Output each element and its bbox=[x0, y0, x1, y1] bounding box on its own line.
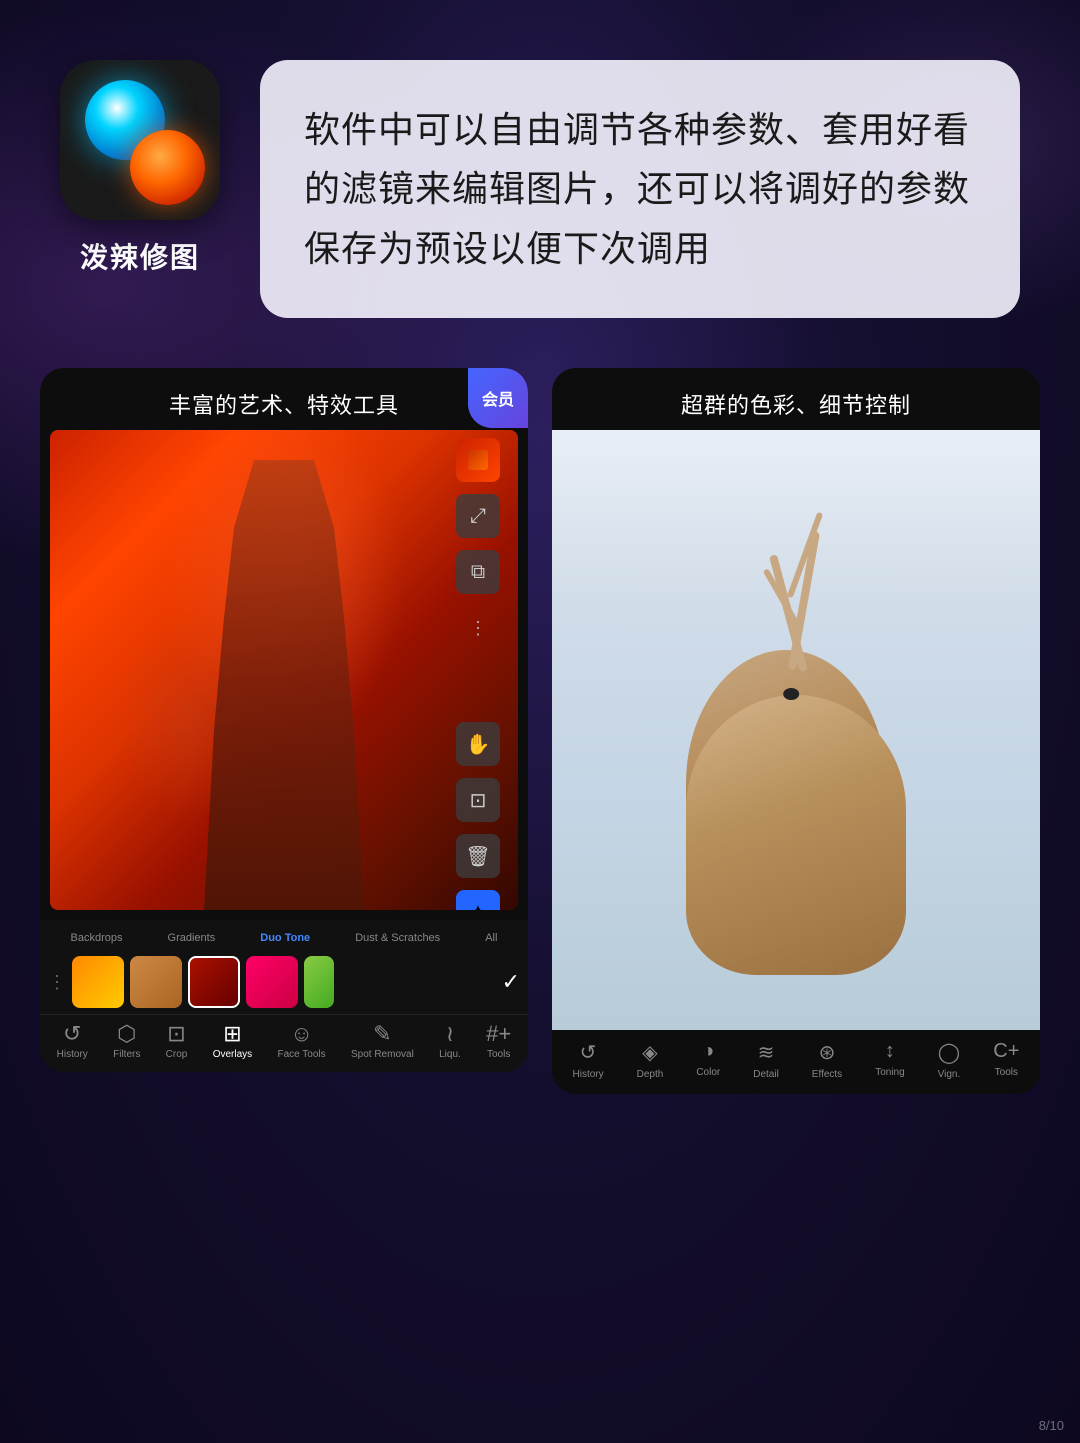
tool-history-label: History bbox=[57, 1049, 88, 1060]
screenshots-section: 会员 丰富的艺术、特效工具 ⤢ ⧉ ⋮ ✋ ⊡ 🗑 ✦ bbox=[0, 358, 1080, 1134]
preset-swatch-3[interactable] bbox=[188, 956, 240, 1008]
expand-button[interactable]: ⤢ bbox=[456, 494, 500, 538]
right-tool-effects-label: Effects bbox=[812, 1069, 842, 1080]
spot-icon: ✎ bbox=[373, 1023, 391, 1045]
overlays-icon: ⊞ bbox=[223, 1023, 241, 1045]
tool-face[interactable]: ☺ Face Tools bbox=[277, 1023, 325, 1060]
right-tool-tools-label: Tools bbox=[995, 1067, 1018, 1078]
color-swatch-button[interactable] bbox=[456, 438, 500, 482]
right-vign-icon: ◯ bbox=[938, 1040, 960, 1065]
history-icon: ↺ bbox=[63, 1023, 81, 1045]
crop-transform-tool[interactable]: ⊡ bbox=[456, 778, 500, 822]
right-tool-history[interactable]: ↺ History bbox=[573, 1040, 604, 1080]
tool-liquify-label: Liqu. bbox=[439, 1049, 461, 1060]
bottom-tools-row: ↺ History ⬡ Filters ⊡ Crop ⊞ Overlays ☺ bbox=[40, 1014, 528, 1072]
deer-eye bbox=[783, 688, 799, 700]
eyedropper-tool[interactable]: ✦ bbox=[456, 890, 500, 910]
crop-icon: ⊡ bbox=[167, 1023, 185, 1045]
filter-tabs: Backdrops Gradients Duo Tone Dust & Scra… bbox=[40, 924, 528, 950]
tool-crop-label: Crop bbox=[166, 1049, 188, 1060]
tool-spot[interactable]: ✎ Spot Removal bbox=[351, 1023, 414, 1060]
right-tool-history-label: History bbox=[573, 1069, 604, 1080]
right-toning-icon: ↕ bbox=[885, 1040, 895, 1063]
right-detail-icon: ≋ bbox=[758, 1040, 775, 1065]
right-tool-vignette[interactable]: ◯ Vign. bbox=[938, 1040, 961, 1080]
app-icon-wrapper: 泼辣修图 bbox=[60, 60, 220, 276]
tool-overlays[interactable]: ⊞ Overlays bbox=[213, 1023, 252, 1060]
woman-photo bbox=[50, 430, 518, 910]
orange-orb-icon bbox=[130, 130, 205, 205]
right-tool-depth-label: Depth bbox=[637, 1069, 664, 1080]
more-button[interactable]: ⋮ bbox=[456, 606, 500, 650]
description-card: 软件中可以自由调节各种参数、套用好看的滤镜来编辑图片，还可以将调好的参数保存为预… bbox=[260, 60, 1020, 318]
toolbar: Backdrops Gradients Duo Tone Dust & Scra… bbox=[40, 920, 528, 1072]
right-tool-toning[interactable]: ↕ Toning bbox=[875, 1040, 904, 1080]
woman-silhouette bbox=[184, 460, 384, 910]
deer-neck bbox=[686, 695, 906, 975]
preset-check-icon[interactable]: ✓ bbox=[502, 969, 520, 995]
right-bottom-tools: ↺ History ◈ Depth ◑ Color ≋ Detail ⊛ Eff… bbox=[552, 1030, 1040, 1094]
filters-icon: ⬡ bbox=[117, 1023, 136, 1045]
tool-filters[interactable]: ⬡ Filters bbox=[113, 1023, 140, 1060]
right-tool-color[interactable]: ◑ Color bbox=[696, 1040, 720, 1080]
tool-tools-label: Tools bbox=[487, 1049, 510, 1060]
app-name: 泼辣修图 bbox=[80, 236, 200, 276]
right-tool-effects[interactable]: ⊛ Effects bbox=[812, 1040, 842, 1080]
tool-history[interactable]: ↺ History bbox=[57, 1023, 88, 1060]
description-text: 软件中可以自由调节各种参数、套用好看的滤镜来编辑图片，还可以将调好的参数保存为预… bbox=[304, 100, 976, 278]
right-color-icon: ◑ bbox=[702, 1040, 714, 1063]
right-tools-icon: C+ bbox=[993, 1040, 1019, 1063]
preset-swatch-1[interactable] bbox=[72, 956, 124, 1008]
filter-tab-all[interactable]: All bbox=[479, 930, 503, 946]
tool-crop[interactable]: ⊡ Crop bbox=[166, 1023, 188, 1060]
right-tool-color-label: Color bbox=[696, 1067, 720, 1078]
left-phone-content: ⤢ ⧉ ⋮ ✋ ⊡ 🗑 ✦ bbox=[40, 430, 528, 920]
right-depth-icon: ◈ bbox=[642, 1040, 657, 1065]
filter-tab-duotone[interactable]: Duo Tone bbox=[254, 930, 316, 946]
photo-frame: ⤢ ⧉ ⋮ ✋ ⊡ 🗑 ✦ bbox=[50, 430, 518, 910]
tool-spot-label: Spot Removal bbox=[351, 1049, 414, 1060]
right-history-icon: ↺ bbox=[580, 1040, 597, 1065]
tool-face-label: Face Tools bbox=[277, 1049, 325, 1060]
hand-tool[interactable]: ✋ bbox=[456, 722, 500, 766]
right-tool-vign-label: Vign. bbox=[938, 1069, 961, 1080]
tool-liquify[interactable]: ≀ Liqu. bbox=[439, 1023, 461, 1060]
filter-tab-backdrops[interactable]: Backdrops bbox=[65, 930, 129, 946]
app-icon bbox=[60, 60, 220, 220]
liquify-icon: ≀ bbox=[446, 1023, 454, 1045]
top-section: 泼辣修图 软件中可以自由调节各种参数、套用好看的滤镜来编辑图片，还可以将调好的参… bbox=[0, 0, 1080, 358]
preset-swatch-2[interactable] bbox=[130, 956, 182, 1008]
preset-menu-icon[interactable]: ⋮ bbox=[48, 972, 66, 993]
left-phone-card: 会员 丰富的艺术、特效工具 ⤢ ⧉ ⋮ ✋ ⊡ 🗑 ✦ bbox=[40, 368, 528, 1072]
right-tool-tools[interactable]: C+ Tools bbox=[993, 1040, 1019, 1080]
right-tool-toning-label: Toning bbox=[875, 1067, 904, 1078]
right-phone-card: 超群的色彩、细节控制 ↺ History ◈ Depth bbox=[552, 368, 1040, 1094]
tools-icon: #+ bbox=[486, 1023, 511, 1045]
preset-swatch-5[interactable] bbox=[304, 956, 334, 1008]
right-panel-title: 超群的色彩、细节控制 bbox=[552, 368, 1040, 430]
watermark: 8/10 bbox=[1039, 1418, 1064, 1433]
filter-presets: ⋮ ✓ bbox=[40, 950, 528, 1014]
tool-tools[interactable]: #+ Tools bbox=[486, 1023, 511, 1060]
tool-filters-label: Filters bbox=[113, 1049, 140, 1060]
vip-badge: 会员 bbox=[468, 368, 528, 428]
right-tool-detail-label: Detail bbox=[753, 1069, 779, 1080]
preset-swatch-4[interactable] bbox=[246, 956, 298, 1008]
right-tool-detail[interactable]: ≋ Detail bbox=[753, 1040, 779, 1080]
delete-tool[interactable]: 🗑 bbox=[456, 834, 500, 878]
right-tools: ⤢ ⧉ ⋮ ✋ ⊡ 🗑 ✦ bbox=[456, 438, 500, 910]
right-effects-icon: ⊛ bbox=[819, 1040, 836, 1065]
tool-overlays-label: Overlays bbox=[213, 1049, 252, 1060]
right-tool-depth[interactable]: ◈ Depth bbox=[637, 1040, 664, 1080]
filter-tab-gradients[interactable]: Gradients bbox=[162, 930, 222, 946]
left-panel-title: 丰富的艺术、特效工具 bbox=[40, 368, 528, 430]
face-icon: ☺ bbox=[290, 1023, 312, 1045]
filter-tab-dust[interactable]: Dust & Scratches bbox=[349, 930, 446, 946]
copy-button[interactable]: ⧉ bbox=[456, 550, 500, 594]
deer-photo bbox=[552, 430, 1040, 1030]
